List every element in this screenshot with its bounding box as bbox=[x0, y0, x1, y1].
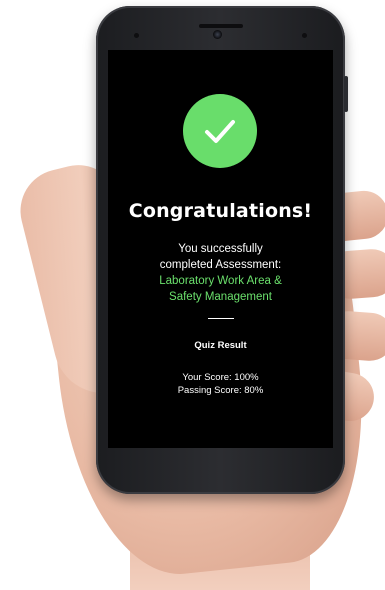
your-score: Your Score: 100% bbox=[182, 372, 259, 383]
phone-device: Congratulations! You successfully comple… bbox=[96, 6, 348, 494]
front-camera-icon bbox=[213, 30, 222, 39]
passing-score: Passing Score: 80% bbox=[177, 385, 264, 396]
check-icon bbox=[205, 120, 235, 143]
congratulations-title: Congratulations! bbox=[128, 200, 313, 222]
completion-message-line: You successfully bbox=[178, 243, 263, 255]
quiz-result-heading: Quiz Result bbox=[194, 340, 247, 351]
completion-message-line: completed Assessment: bbox=[159, 259, 282, 271]
assessment-name: Laboratory Work Area & Safety Management bbox=[108, 273, 333, 305]
phone-sensor bbox=[134, 33, 139, 38]
assessment-name-line: Laboratory Work Area & bbox=[159, 275, 282, 287]
success-badge bbox=[183, 94, 257, 168]
phone-sensor bbox=[302, 33, 307, 38]
phone-speaker bbox=[198, 24, 243, 28]
score-summary: Your Score: 100% Passing Score: 80% bbox=[108, 371, 333, 397]
section-divider bbox=[208, 318, 234, 319]
completion-message: You successfully completed Assessment: bbox=[108, 241, 333, 273]
assessment-complete-screen: Congratulations! You successfully comple… bbox=[108, 50, 333, 448]
assessment-name-line: Safety Management bbox=[169, 291, 272, 303]
phone-side-button bbox=[344, 76, 348, 112]
